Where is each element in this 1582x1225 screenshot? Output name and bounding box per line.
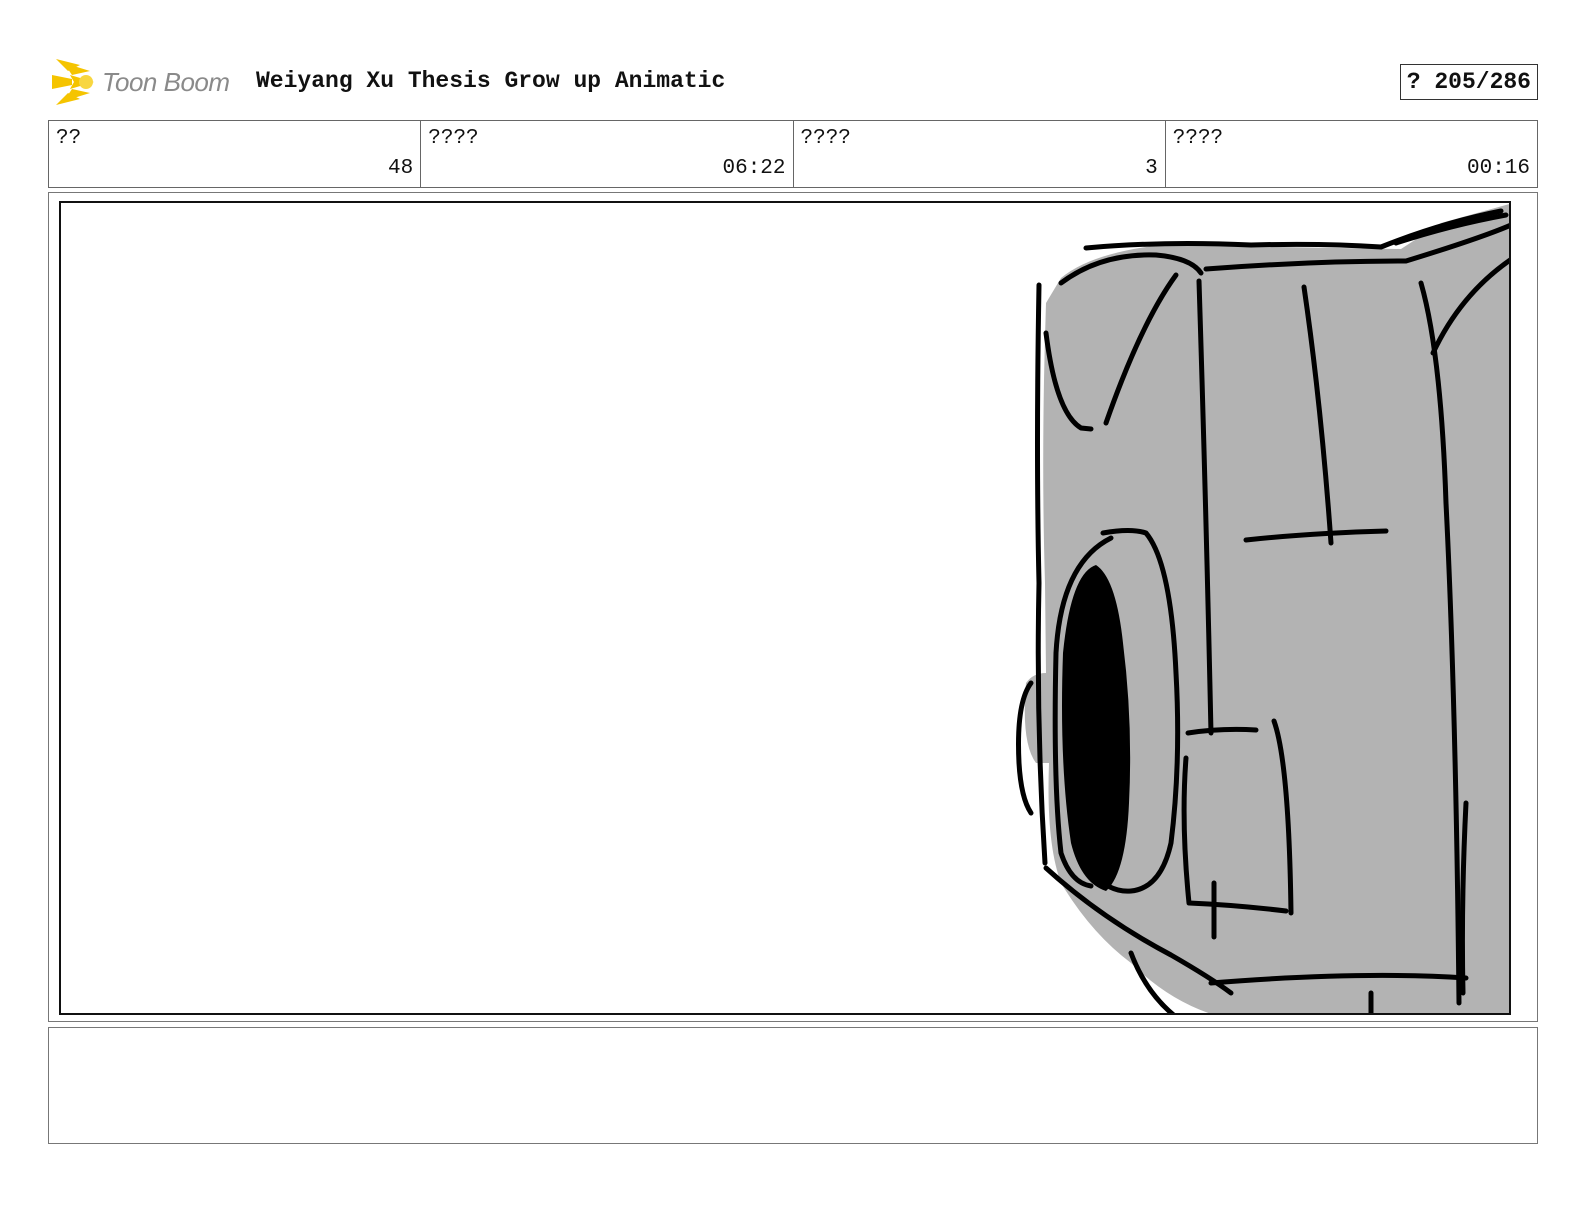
info-value: 06:22	[722, 157, 786, 180]
info-cell-panel: ?? 48	[49, 121, 422, 187]
info-label: ????	[800, 127, 851, 150]
info-value: 3	[1145, 157, 1158, 180]
notes-box	[48, 1027, 1538, 1144]
info-value: 48	[388, 157, 414, 180]
info-value: 00:16	[1466, 157, 1530, 180]
storyboard-panel	[48, 192, 1538, 1022]
info-cell-duration: ???? 00:16	[1166, 121, 1537, 187]
camera-sketch-icon	[1016, 204, 1509, 1013]
panel-frame	[59, 201, 1511, 1015]
info-cell-timecode: ???? 06:22	[421, 121, 794, 187]
info-row: ?? 48 ???? 06:22 ???? 3 ???? 00:16	[48, 120, 1538, 188]
toon-boom-logo: Toon Boom	[50, 56, 240, 108]
starburst-icon	[52, 59, 94, 105]
header: Toon Boom Weiyang Xu Thesis Grow up Anim…	[50, 56, 1538, 108]
info-cell-count: ???? 3	[794, 121, 1166, 187]
page-title: Weiyang Xu Thesis Grow up Animatic	[256, 68, 726, 94]
logo-text: Toon Boom	[102, 66, 230, 97]
page-counter: ? 205/286	[1399, 64, 1538, 100]
info-label: ????	[1172, 127, 1224, 150]
info-label: ????	[428, 127, 479, 150]
info-label: ??	[56, 127, 82, 150]
